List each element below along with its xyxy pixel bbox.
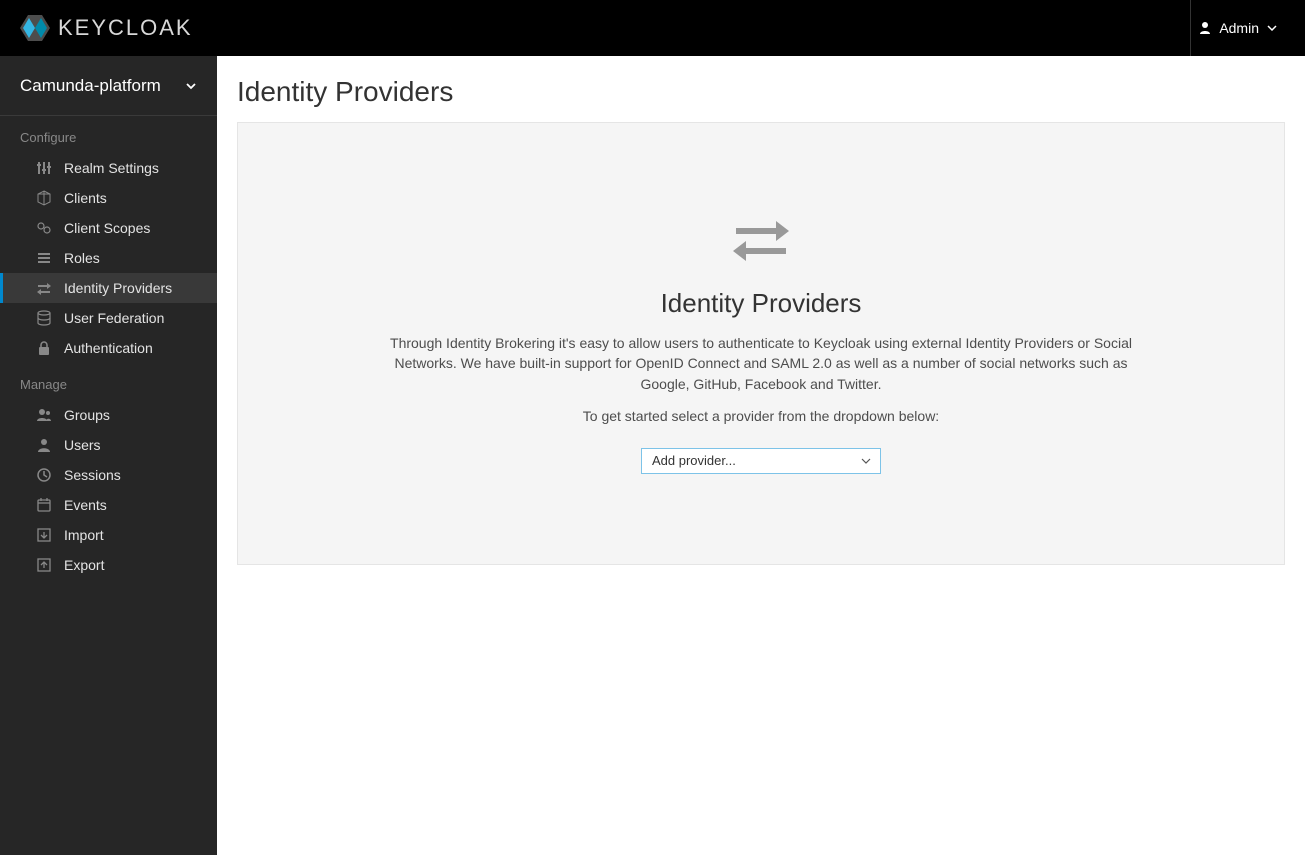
- user-menu[interactable]: Admin: [1190, 0, 1285, 56]
- sidebar-section-title: Manage: [0, 363, 217, 400]
- sidebar-item-users[interactable]: Users: [0, 430, 217, 460]
- page-title: Identity Providers: [237, 76, 1285, 108]
- sidebar-item-label: User Federation: [64, 310, 164, 326]
- brand-text: KEYCLOAK: [58, 15, 193, 41]
- sidebar-item-clients[interactable]: Clients: [0, 183, 217, 213]
- sidebar-item-authentication[interactable]: Authentication: [0, 333, 217, 363]
- scopes-icon: [36, 220, 52, 236]
- import-icon: [36, 527, 52, 543]
- sidebar-item-realm-settings[interactable]: Realm Settings: [0, 153, 217, 183]
- sidebar: Camunda-platform Configure Realm Settings…: [0, 56, 217, 855]
- sidebar-section-title: Configure: [0, 116, 217, 153]
- sidebar-item-label: Clients: [64, 190, 107, 206]
- add-provider-select[interactable]: Add provider...: [641, 448, 881, 474]
- sidebar-item-label: Import: [64, 527, 104, 543]
- clock-icon: [36, 467, 52, 483]
- brand-logo[interactable]: KEYCLOAK: [20, 15, 193, 41]
- app-header: KEYCLOAK Admin: [0, 0, 1305, 56]
- sidebar-item-label: Users: [64, 437, 101, 453]
- realm-selector[interactable]: Camunda-platform: [0, 56, 217, 116]
- user-label: Admin: [1219, 20, 1259, 36]
- chevron-down-icon: [1267, 25, 1277, 31]
- cube-icon: [36, 190, 52, 206]
- sidebar-item-label: Client Scopes: [64, 220, 150, 236]
- sidebar-item-label: Sessions: [64, 467, 121, 483]
- sidebar-item-events[interactable]: Events: [0, 490, 217, 520]
- main-content: Identity Providers Identity Providers Th…: [217, 56, 1305, 855]
- sidebar-item-groups[interactable]: Groups: [0, 400, 217, 430]
- panel-cta: To get started select a provider from th…: [278, 408, 1244, 424]
- export-icon: [36, 557, 52, 573]
- empty-state-panel: Identity Providers Through Identity Brok…: [237, 122, 1285, 565]
- exchange-icon: [731, 213, 791, 263]
- users-icon: [36, 407, 52, 423]
- panel-heading: Identity Providers: [278, 288, 1244, 319]
- sidebar-item-identity-providers[interactable]: Identity Providers: [0, 273, 217, 303]
- sidebar-item-sessions[interactable]: Sessions: [0, 460, 217, 490]
- lock-icon: [36, 340, 52, 356]
- realm-name: Camunda-platform: [20, 76, 161, 96]
- sidebar-item-import[interactable]: Import: [0, 520, 217, 550]
- list-icon: [36, 250, 52, 266]
- sidebar-item-export[interactable]: Export: [0, 550, 217, 580]
- exchange-icon: [36, 280, 52, 296]
- sidebar-item-label: Events: [64, 497, 107, 513]
- sidebar-item-label: Export: [64, 557, 104, 573]
- keycloak-logo-icon: [20, 15, 50, 41]
- sidebar-item-label: Authentication: [64, 340, 153, 356]
- database-icon: [36, 310, 52, 326]
- chevron-down-icon: [185, 82, 197, 90]
- sidebar-item-label: Realm Settings: [64, 160, 159, 176]
- panel-description: Through Identity Brokering it's easy to …: [376, 333, 1146, 394]
- sidebar-item-client-scopes[interactable]: Client Scopes: [0, 213, 217, 243]
- user-icon: [36, 437, 52, 453]
- sidebar-item-user-federation[interactable]: User Federation: [0, 303, 217, 333]
- sliders-icon: [36, 160, 52, 176]
- user-icon: [1199, 21, 1211, 35]
- calendar-icon: [36, 497, 52, 513]
- sidebar-item-label: Roles: [64, 250, 100, 266]
- sidebar-item-label: Groups: [64, 407, 110, 423]
- sidebar-item-label: Identity Providers: [64, 280, 172, 296]
- sidebar-item-roles[interactable]: Roles: [0, 243, 217, 273]
